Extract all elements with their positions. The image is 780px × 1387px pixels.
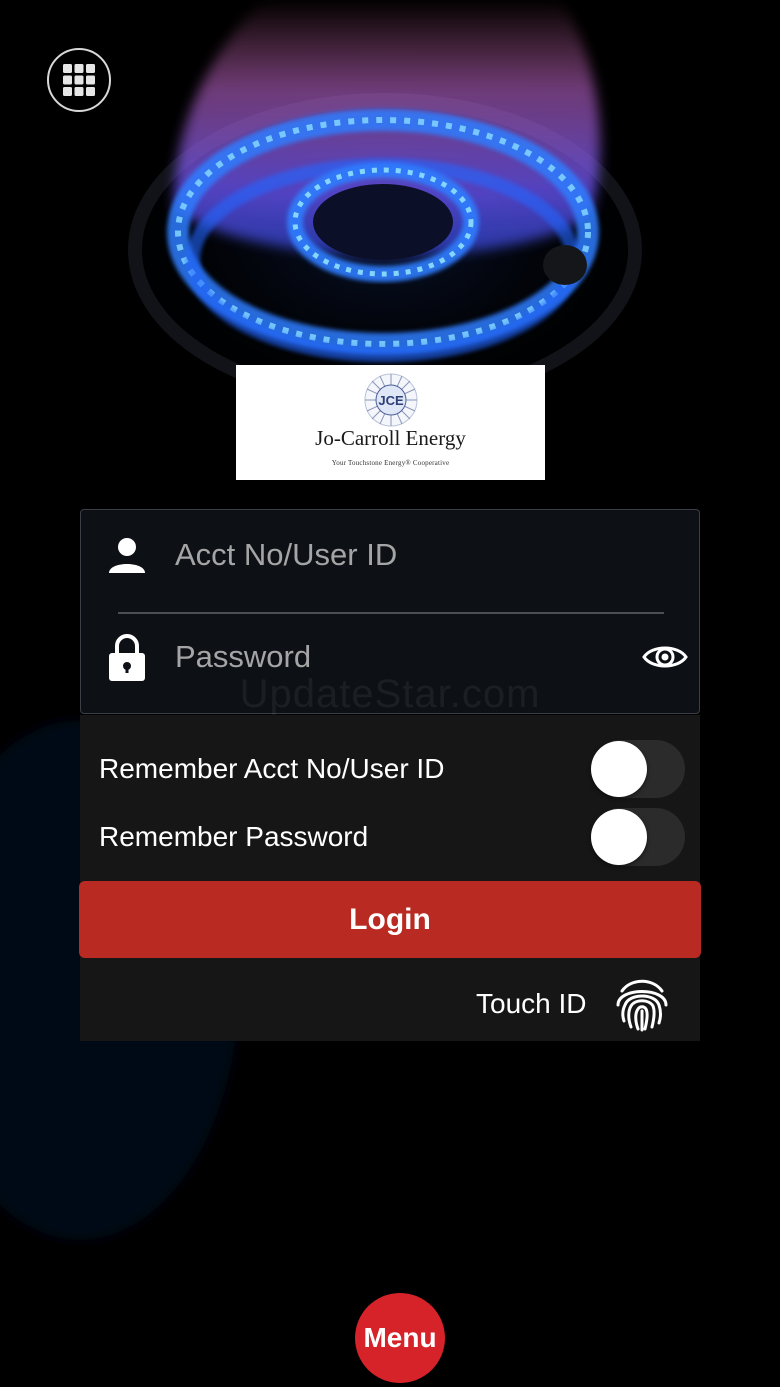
remember-password-row: Remember Password [80,804,700,870]
watermark: UpdateStar.com [239,672,541,716]
remember-user-label: Remember Acct No/User ID [99,753,445,784]
username-row [81,510,699,600]
login-button[interactable]: Login [79,881,701,958]
remember-password-label: Remember Password [99,821,369,852]
apps-grid-button[interactable] [47,48,111,112]
company-logo: JCE Jo-Carroll Energy Your Touchstone En… [236,365,545,480]
svg-text:JCE: JCE [378,393,404,408]
logo-company-name: Jo-Carroll Energy [315,426,466,450]
user-icon [107,531,147,579]
show-password-button[interactable] [641,637,689,677]
grid-icon [63,64,95,96]
touch-id-label: Touch ID [476,988,587,1019]
toggle-knob [591,809,647,865]
touch-id-button[interactable]: Touch ID [476,972,671,1036]
remember-user-toggle[interactable] [591,740,685,798]
fingerprint-icon [616,979,667,1032]
username-input[interactable] [175,530,625,580]
jce-seal-logo: JCE [364,373,417,427]
remember-password-toggle[interactable] [591,808,685,866]
menu-button[interactable]: Menu [355,1293,445,1383]
remember-user-row: Remember Acct No/User ID [80,736,700,802]
toggle-knob [591,741,647,797]
eye-icon [642,646,688,668]
logo-tagline: Your Touchstone Energy® Cooperative [331,459,450,467]
